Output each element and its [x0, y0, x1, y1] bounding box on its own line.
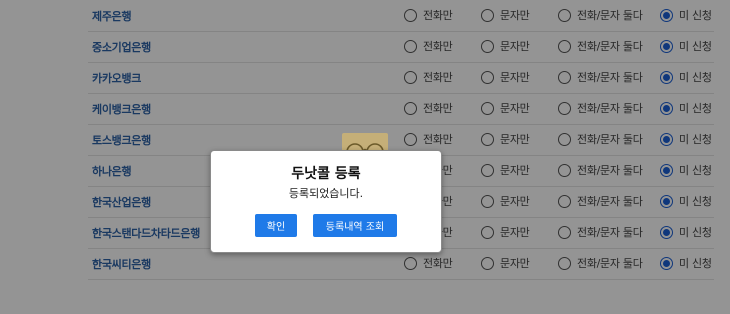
dialog-title: 두낫콜 등록 [291, 166, 361, 182]
dialog-message: 등록되었습니다. [288, 187, 364, 200]
confirm-button[interactable]: 확인 [255, 214, 297, 237]
view-history-button[interactable]: 등록내역 조회 [313, 214, 397, 237]
registration-dialog: 두낫콜 등록 등록되었습니다. 확인 등록내역 조회 [210, 150, 442, 253]
